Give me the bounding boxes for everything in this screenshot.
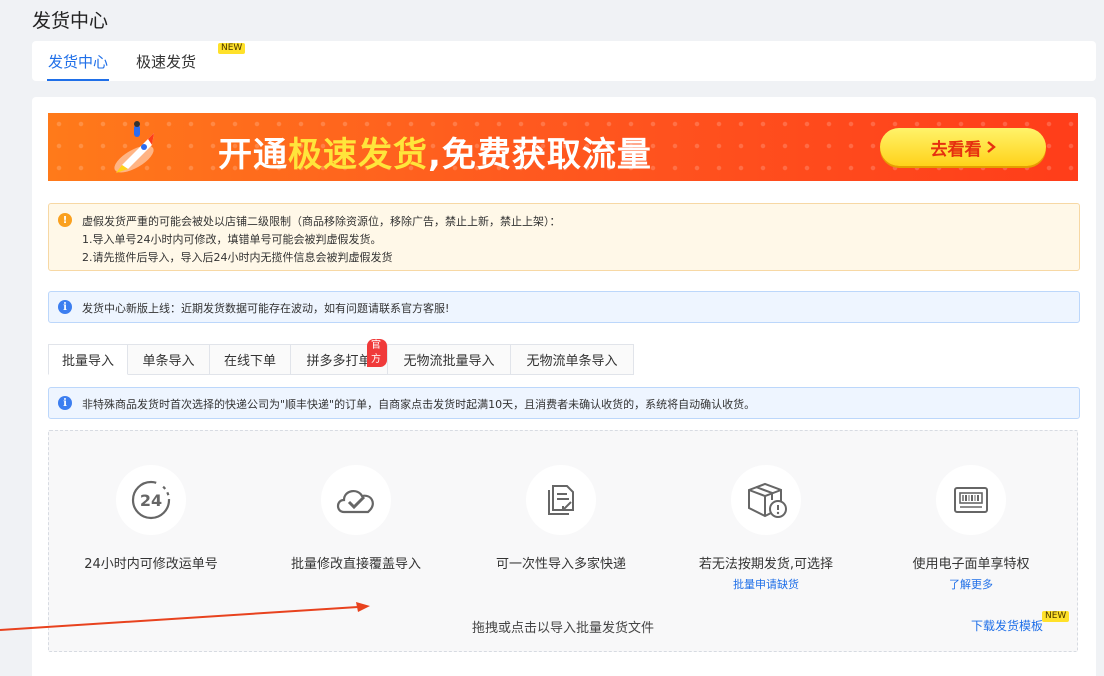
tab-single-import[interactable]: 单条导入 — [128, 344, 210, 375]
rocket-icon — [114, 121, 154, 173]
feature-item: 24 24小时内可修改运单号 — [51, 465, 251, 572]
official-badge: 官方 — [367, 339, 387, 367]
warning-line: 虚假发货严重的可能会被处以店铺二级限制（商品移除资源位，移除广告，禁止上新，禁止… — [82, 215, 561, 228]
warning-icon: ! — [58, 213, 72, 227]
batch-out-of-stock-link[interactable]: 批量申请缺货 — [666, 576, 866, 592]
sub-notice-alert: i 非特殊商品发货时首次选择的快递公司为"顺丰快递"的订单，自商家点击发货时起满… — [48, 387, 1080, 419]
warning-line: 2.请先揽件后导入，导入后24小时内无揽件信息会被判虚假发货 — [82, 251, 393, 264]
chevron-right-icon — [986, 141, 996, 153]
tab-shipping-center[interactable]: 发货中心 — [46, 51, 110, 81]
package-warning-icon — [731, 465, 801, 535]
feature-label: 使用电子面单享特权 — [912, 557, 1030, 572]
promo-banner[interactable]: 开通极速发货,免费获取流量 去看看 — [48, 113, 1078, 181]
banner-go-button[interactable]: 去看看 — [880, 128, 1046, 166]
annotation-arrow — [0, 602, 370, 631]
warning-alert: ! 虚假发货严重的可能会被处以店铺二级限制（商品移除资源位，移除广告，禁止上新，… — [48, 203, 1080, 271]
tab-fast-shipping[interactable]: 极速发货 — [136, 51, 196, 72]
page-title: 发货中心 — [32, 10, 109, 32]
learn-more-link[interactable]: 了解更多 — [871, 576, 1071, 592]
feature-item: 使用电子面单享特权 了解更多 — [871, 465, 1071, 592]
feature-label: 批量修改直接覆盖导入 — [290, 557, 421, 572]
document-import-icon — [526, 465, 596, 535]
notice-text: 发货中心新版上线：近期发货数据可能存在波动，如有问题请联系官方客服! — [82, 302, 450, 315]
barcode-printer-icon — [936, 465, 1006, 535]
tab-batch-import[interactable]: 批量导入 — [48, 344, 128, 375]
svg-text:24: 24 — [140, 491, 162, 510]
info-icon: i — [58, 300, 72, 314]
feature-item: 可一次性导入多家快递 — [461, 465, 661, 572]
warning-line: 1.导入单号24小时内可修改，填错单号可能会被判虚假发货。 — [82, 233, 382, 246]
feature-item: 批量修改直接覆盖导入 — [256, 465, 456, 572]
notice-alert: i 发货中心新版上线：近期发货数据可能存在波动，如有问题请联系官方客服! — [48, 291, 1080, 323]
new-badge: NEW — [1042, 611, 1070, 622]
tab-pdd-print[interactable]: 拼多多打单 官方 — [291, 339, 388, 375]
download-template-link[interactable]: 下载发货模板 — [971, 617, 1043, 634]
info-icon: i — [58, 396, 72, 410]
top-tabs: 发货中心 极速发货 NEW — [32, 41, 1096, 81]
tab-online-order[interactable]: 在线下单 — [210, 344, 291, 375]
feature-item: 若无法按期发货,可选择 批量申请缺货 — [666, 465, 866, 592]
feature-label: 可一次性导入多家快递 — [495, 557, 626, 572]
feature-label: 若无法按期发货,可选择 — [698, 557, 834, 572]
sub-notice-text: 非特殊商品发货时首次选择的快递公司为"顺丰快递"的订单，自商家点击发货时起满10… — [82, 398, 756, 411]
tab-no-logistics-batch[interactable]: 无物流批量导入 — [388, 344, 511, 375]
tab-no-logistics-single[interactable]: 无物流单条导入 — [511, 344, 634, 375]
cloud-check-icon — [321, 465, 391, 535]
24h-clock-icon: 24 — [116, 465, 186, 535]
import-tabs: 批量导入 单条导入 在线下单 拼多多打单 官方 无物流批量导入 无物流单条导入 — [48, 339, 634, 375]
feature-label: 24小时内可修改运单号 — [84, 557, 218, 572]
new-badge: NEW — [218, 43, 246, 54]
tab-label: 拼多多打单 — [306, 354, 372, 369]
main-card: 开通极速发货,免费获取流量 去看看 ! 虚假发货严重的可能会被处以店铺二级限制（… — [32, 97, 1096, 676]
banner-headline: 开通极速发货,免费获取流量 — [218, 135, 652, 175]
